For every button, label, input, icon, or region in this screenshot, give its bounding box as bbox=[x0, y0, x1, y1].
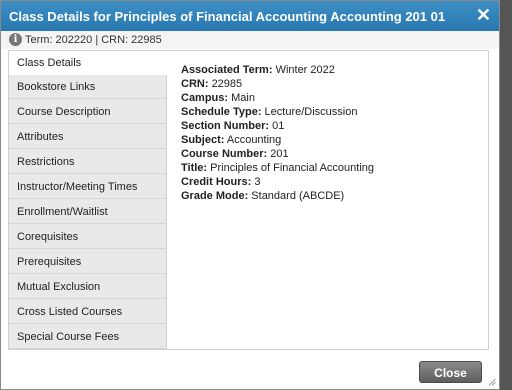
tab-prerequisites[interactable]: Prerequisites bbox=[9, 250, 166, 274]
close-icon[interactable]: ✕ bbox=[476, 5, 491, 25]
detail-value: Lecture/Discussion bbox=[264, 106, 358, 118]
detail-value: Main bbox=[231, 92, 255, 104]
dialog-titlebar: Class Details for Principles of Financia… bbox=[1, 1, 499, 31]
detail-value: 01 bbox=[272, 120, 285, 132]
detail-row-title: Title: Principles of Financial Accountin… bbox=[181, 161, 374, 175]
resize-grip-icon[interactable] bbox=[487, 376, 497, 386]
tab-mutual-exclusion[interactable]: Mutual Exclusion bbox=[9, 275, 166, 299]
detail-label: Course Number: bbox=[181, 148, 268, 160]
detail-label: Section Number: bbox=[181, 120, 270, 132]
tab-restrictions[interactable]: Restrictions bbox=[9, 150, 166, 174]
detail-value: 22985 bbox=[211, 78, 243, 90]
tab-course-description[interactable]: Course Description bbox=[9, 100, 166, 124]
detail-label: CRN: bbox=[181, 78, 209, 90]
detail-value: Principles of Financial Accounting bbox=[210, 162, 375, 174]
detail-row-grade-mode: Grade Mode: Standard (ABCDE) bbox=[181, 189, 374, 203]
info-icon: i bbox=[9, 33, 22, 46]
detail-row-section-number: Section Number: 01 bbox=[181, 119, 374, 133]
detail-value: 201 bbox=[270, 148, 289, 160]
tab-class-details[interactable]: Class Details bbox=[9, 51, 167, 75]
detail-value: 3 bbox=[254, 176, 261, 188]
detail-label: Campus: bbox=[181, 92, 229, 104]
sidebar-nav: Class Details Bookstore Links Course Des… bbox=[9, 51, 167, 349]
tab-enrollment-waitlist[interactable]: Enrollment/Waitlist bbox=[9, 200, 166, 224]
term-crn-text: Term: 202220 | CRN: 22985 bbox=[25, 34, 162, 46]
detail-label: Credit Hours: bbox=[181, 176, 252, 188]
class-details-content: Associated Term: Winter 2022 CRN: 22985 … bbox=[181, 63, 374, 203]
detail-value: Accounting bbox=[226, 134, 282, 146]
detail-label: Associated Term: bbox=[181, 64, 273, 76]
detail-row-associated-term: Associated Term: Winter 2022 bbox=[181, 63, 374, 77]
tab-special-course-fees[interactable]: Special Course Fees bbox=[9, 325, 166, 349]
detail-label: Subject: bbox=[181, 134, 225, 146]
tab-corequisites[interactable]: Corequisites bbox=[9, 225, 166, 249]
detail-row-campus: Campus: Main bbox=[181, 91, 374, 105]
tab-cross-listed-courses[interactable]: Cross Listed Courses bbox=[9, 300, 166, 324]
detail-label: Schedule Type: bbox=[181, 106, 262, 118]
term-info-bar: i Term: 202220 | CRN: 22985 bbox=[1, 31, 499, 49]
details-panel: Class Details Bookstore Links Course Des… bbox=[8, 50, 489, 350]
detail-label: Title: bbox=[181, 162, 208, 174]
background-overlay bbox=[500, 0, 512, 390]
class-details-dialog: Class Details for Principles of Financia… bbox=[0, 0, 500, 390]
detail-row-credit-hours: Credit Hours: 3 bbox=[181, 175, 374, 189]
detail-row-crn: CRN: 22985 bbox=[181, 77, 374, 91]
detail-row-subject: Subject: Accounting bbox=[181, 133, 374, 147]
tab-attributes[interactable]: Attributes bbox=[9, 125, 166, 149]
tab-instructor-meeting-times[interactable]: Instructor/Meeting Times bbox=[9, 175, 166, 199]
dialog-title: Class Details for Principles of Financia… bbox=[9, 9, 446, 24]
tab-bookstore-links[interactable]: Bookstore Links bbox=[9, 75, 166, 99]
detail-label: Grade Mode: bbox=[181, 190, 249, 202]
close-button[interactable]: Close bbox=[419, 361, 482, 383]
detail-value: Winter 2022 bbox=[275, 64, 335, 76]
detail-row-course-number: Course Number: 201 bbox=[181, 147, 374, 161]
detail-row-schedule-type: Schedule Type: Lecture/Discussion bbox=[181, 105, 374, 119]
detail-value: Standard (ABCDE) bbox=[251, 190, 345, 202]
